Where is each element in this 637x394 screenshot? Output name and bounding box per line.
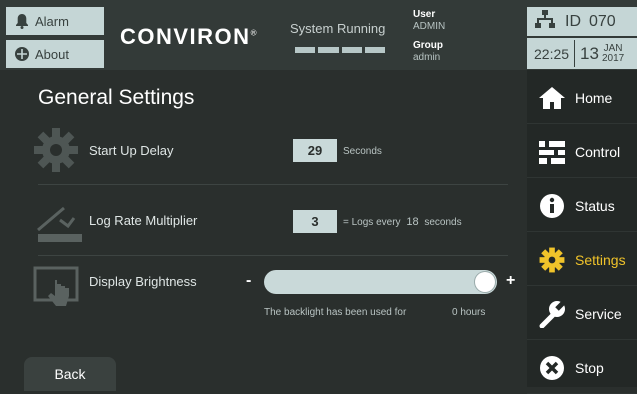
nav-item-label: Control <box>575 143 621 160</box>
id-value: 070 <box>589 12 616 30</box>
log-rate-suffix: seconds <box>424 217 462 228</box>
user-block: User ADMIN <box>413 9 445 33</box>
back-button[interactable]: Back <box>24 357 116 391</box>
conviron-logo: CONVIRON® <box>120 24 258 50</box>
startup-delay-unit: Seconds <box>343 146 382 157</box>
log-rate-input[interactable]: 3 <box>293 210 337 233</box>
brightness-slider-thumb[interactable] <box>475 272 495 292</box>
date-month: JAN <box>603 42 623 54</box>
nav-item-label: Home <box>575 89 613 106</box>
info-icon <box>537 191 567 221</box>
nav-item-label: Service <box>575 305 622 322</box>
display-brightness-label: Display Brightness <box>89 274 197 289</box>
backlight-usage-text: The backlight has been used for <box>264 307 407 318</box>
page-title: General Settings <box>38 86 195 109</box>
system-status-indicator <box>295 47 385 53</box>
log-rate-every-value: 18 <box>406 216 419 228</box>
gear-icon <box>33 127 79 178</box>
stop-icon <box>537 353 567 383</box>
nav-item-label: Status <box>575 197 615 214</box>
brightness-increase-button[interactable]: + <box>506 272 515 290</box>
nav-item-stop[interactable]: Stop <box>527 342 637 394</box>
backlight-usage-hours: 0 hours <box>452 307 486 318</box>
date-month-year: JAN 2017 <box>601 42 625 64</box>
logo-text: CONVIRON <box>120 24 251 49</box>
user-value: ADMIN <box>413 21 446 32</box>
touch-screen-icon <box>33 266 79 315</box>
gear-icon <box>537 245 567 275</box>
divider <box>38 255 508 256</box>
about-label: About <box>35 46 69 62</box>
wrench-icon <box>537 299 567 329</box>
nav-item-service[interactable]: Service <box>527 288 637 340</box>
nav-item-home[interactable]: Home <box>527 72 637 124</box>
divider <box>38 184 508 185</box>
group-block: Group admin <box>413 40 443 64</box>
nav-item-label: Stop <box>575 359 604 376</box>
id-label: ID <box>565 12 581 30</box>
nav-item-control[interactable]: Control <box>527 126 637 178</box>
brightness-decrease-button[interactable]: - <box>246 272 251 290</box>
system-status: System Running <box>290 21 386 36</box>
top-bar: Alarm About CONVIRON® System Running Use… <box>0 0 637 70</box>
log-rate-icon <box>36 196 84 249</box>
about-button[interactable]: About <box>6 40 104 68</box>
alarm-label: Alarm <box>35 13 69 29</box>
side-navigation: Home Control Status Settings Service Sto… <box>527 70 637 394</box>
nav-item-status[interactable]: Status <box>527 180 637 232</box>
date-day: 13 <box>580 43 599 63</box>
startup-delay-label: Start Up Delay <box>89 143 174 158</box>
alarm-button[interactable]: Alarm <box>6 7 104 35</box>
group-heading: Group <box>413 40 443 51</box>
clock-time: 22:25 <box>534 45 570 62</box>
brightness-slider[interactable] <box>264 270 497 294</box>
bell-icon <box>14 13 30 29</box>
date-year: 2017 <box>601 52 625 64</box>
log-rate-label: Log Rate Multiplier <box>89 213 198 228</box>
datetime-box: 22:25 13 JAN 2017 <box>527 38 637 69</box>
nav-item-label: Settings <box>575 251 626 268</box>
network-icon <box>535 10 555 33</box>
home-icon <box>537 83 567 113</box>
group-value: admin <box>413 52 441 63</box>
conviron-logo-icon <box>14 46 30 62</box>
log-rate-summary: = Logs every 18 seconds <box>343 216 462 228</box>
control-icon <box>537 137 567 167</box>
logo-mark: ® <box>250 28 258 38</box>
startup-delay-input[interactable]: 29 <box>293 139 337 162</box>
user-heading: User <box>413 9 436 20</box>
chamber-id-box: ID 070 <box>527 7 637 36</box>
nav-item-settings[interactable]: Settings <box>527 234 637 286</box>
log-rate-prefix: = Logs every <box>343 217 401 228</box>
